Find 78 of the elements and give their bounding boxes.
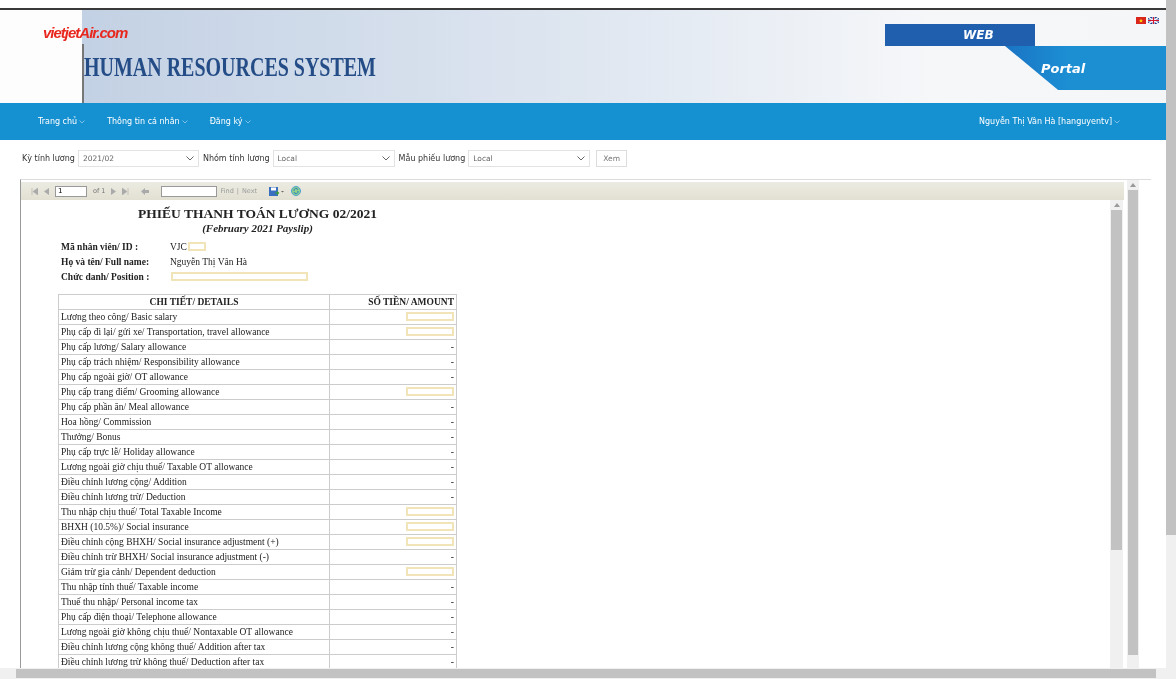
first-page-icon[interactable] <box>31 187 38 195</box>
portal-banner: Portal <box>1005 46 1166 90</box>
table-cell: Điều chỉnh lương cộng/ Addition <box>58 474 330 490</box>
table-cell: Phụ cấp phần ăn/ Meal allowance <box>58 399 330 415</box>
table-cell: - <box>329 579 457 595</box>
table-cell: Điều chỉnh trừ BHXH/ Social insurance adjustment (-) <box>58 549 330 565</box>
field-label: Họ và tên/ Full name: <box>61 256 151 267</box>
table-cell: Thu nhập chịu thuế/ Total Taxable Income <box>58 504 330 520</box>
table-cell: Lương ngoài giờ không chịu thuế/ Nontaxable OT allowance <box>58 624 330 640</box>
table-cell: Giảm trừ gia cảnh/ Dependent deduction <box>58 564 330 580</box>
field-label: Mã nhân viên/ ID : <box>61 241 140 252</box>
chevron-down-icon <box>1114 119 1120 124</box>
table-cell: Thuế thu nhập/ Personal income tax <box>58 594 330 610</box>
system-title: HUMAN RESOURCES SYSTEM <box>84 52 376 83</box>
save-export-icon[interactable] <box>269 186 286 196</box>
nav-menu-item[interactable]: Thông tin cá nhân <box>107 117 188 126</box>
table-cell: - <box>329 399 457 415</box>
table-cell: - <box>329 624 457 640</box>
chevron-down-icon <box>577 156 586 161</box>
table-cell: - <box>329 354 457 370</box>
web-banner: WEB <box>885 24 1035 46</box>
table-cell: Phụ cấp trang điểm/ Grooming allowance <box>58 384 330 400</box>
nav-menu-item[interactable]: Đăng ký <box>209 117 251 126</box>
table-cell: Phụ cấp lương/ Salary allowance <box>58 339 330 355</box>
filter-label: Kỳ tính lương <box>22 154 75 163</box>
table-cell: - <box>329 444 457 460</box>
table-cell: Điều chỉnh lương trừ/ Deduction <box>58 489 330 505</box>
table-cell: - <box>329 459 457 475</box>
table-cell: Phụ cấp điện thoại/ Telephone allowance <box>58 609 330 625</box>
table-cell: Phụ cấp trách nhiệm/ Responsibility allowance <box>58 354 330 370</box>
horizontal-scrollbar[interactable] <box>0 668 1176 679</box>
chevron-down-icon <box>185 156 194 161</box>
table-cell: - <box>329 414 457 430</box>
table-cell: - <box>329 639 457 655</box>
next-page-icon[interactable] <box>111 187 117 195</box>
refresh-icon[interactable] <box>291 186 302 196</box>
table-cell: Thưởng/ Bonus <box>58 429 330 445</box>
table-cell: Phụ cấp trực lễ/ Holiday allowance <box>58 444 330 460</box>
table-cell: - <box>329 549 457 565</box>
field-label: Chức danh/ Position : <box>61 271 151 282</box>
last-page-icon[interactable] <box>122 187 130 195</box>
scrollbar[interactable] <box>1127 180 1139 668</box>
column-header: SỐ TIỀN/ AMOUNT <box>329 294 457 310</box>
table-cell: Lương theo công/ Basic salary <box>58 309 330 325</box>
table-cell: Hoa hồng/ Commission <box>58 414 330 430</box>
scroll-up-icon[interactable] <box>1113 203 1120 207</box>
table-cell: BHXH (10.5%)/ Social insurance <box>58 519 330 535</box>
filter-label: Nhóm tính lương <box>202 154 270 163</box>
table-cell: - <box>329 609 457 625</box>
logo[interactable]: vietjetAir.com <box>43 24 128 41</box>
back-icon[interactable] <box>141 187 150 195</box>
field-value: Nguyễn Thị Vân Hà <box>170 256 247 267</box>
table-cell: Điều chỉnh cộng BHXH/ Social insurance adjustment (+) <box>58 534 330 550</box>
scrollbar[interactable] <box>1166 0 1176 668</box>
table-cell: Lương ngoài giờ chịu thuế/ Taxable OT allowance <box>58 459 330 475</box>
table-cell: Thu nhập tính thuế/ Taxable income <box>58 579 330 595</box>
find-field[interactable] <box>161 185 218 197</box>
filter-label: Mẫu phiếu lương <box>398 154 466 163</box>
scrollbar[interactable] <box>1110 200 1123 668</box>
scroll-up-icon[interactable] <box>1130 183 1136 187</box>
payslip-title: PHIẾU THANH TOÁN LƯƠNG 02/2021 <box>138 206 377 222</box>
table-cell: Điều chỉnh lương cộng không thuế/ Addition after tax <box>58 639 330 655</box>
nav-menu-item[interactable]: Trang chủ <box>38 117 86 126</box>
field-value: VJC <box>170 241 187 252</box>
previous-page-icon[interactable] <box>44 187 49 195</box>
uk-flag-icon[interactable] <box>1148 17 1159 24</box>
table-cell: - <box>329 594 457 610</box>
table-cell: - <box>329 489 457 505</box>
table-cell: - <box>329 369 457 385</box>
column-header: CHI TIẾT/ DETAILS <box>58 294 330 310</box>
table-cell: Phụ cấp đi lại/ gửi xe/ Transportation, travel allowance <box>58 324 330 340</box>
payslip-subtitle: (February 2021 Payslip) <box>202 222 313 234</box>
table-cell: Phụ cấp ngoài giờ/ OT allowance <box>58 369 330 385</box>
user-menu[interactable]: Nguyễn Thị Vân Hà [hanguyentv] <box>979 117 1120 126</box>
table-cell: - <box>329 429 457 445</box>
chevron-down-icon <box>381 156 390 161</box>
table-cell: - <box>329 339 457 355</box>
table-cell: - <box>329 474 457 490</box>
